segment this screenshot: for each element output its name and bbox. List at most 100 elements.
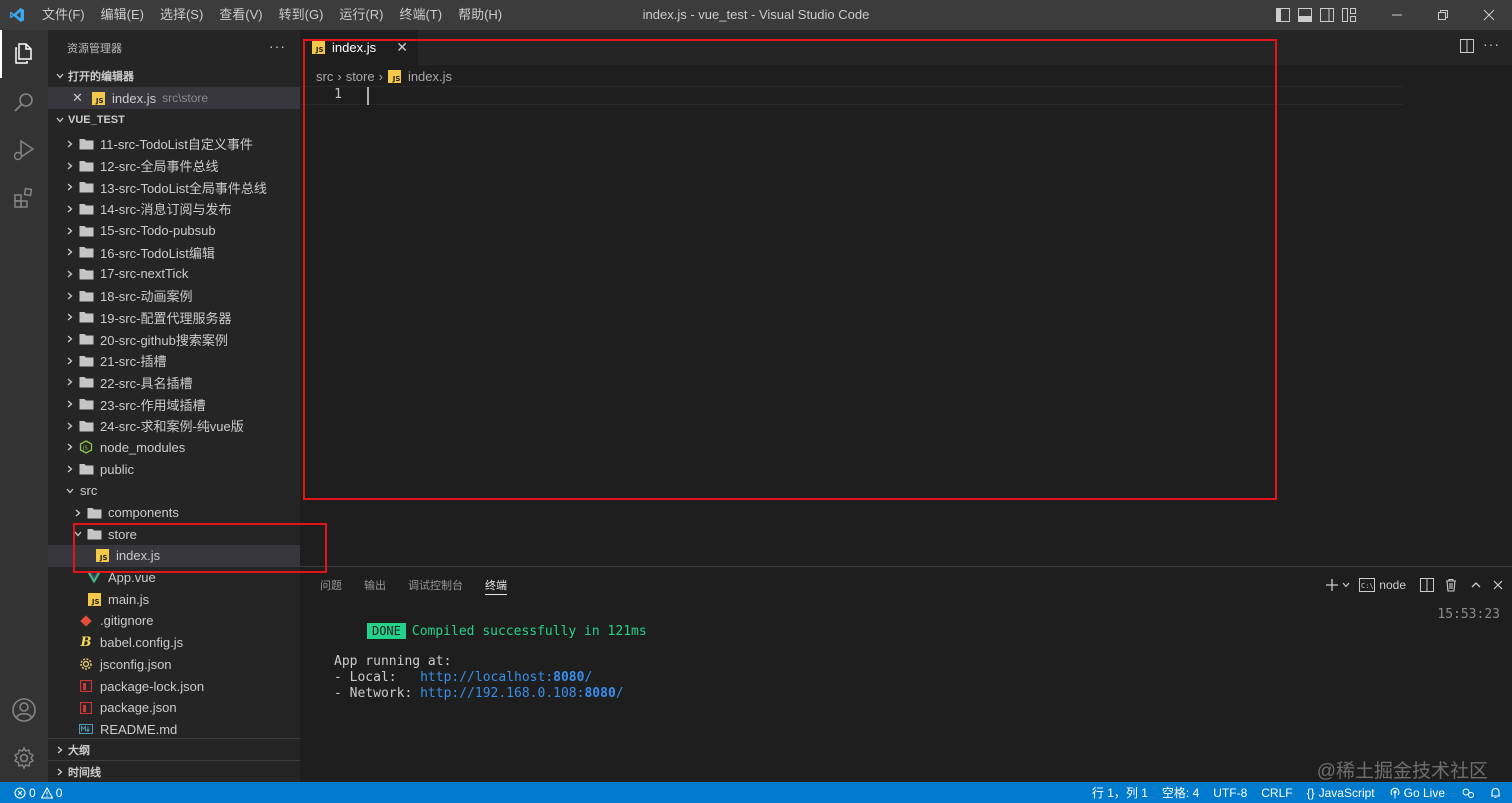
tree-folder[interactable]: public xyxy=(48,458,300,480)
tree-folder[interactable]: 17-src-nextTick xyxy=(48,263,300,285)
tree-folder[interactable]: 22-src-具名插槽 xyxy=(48,372,300,394)
tree-file[interactable]: README.md xyxy=(48,719,300,741)
trash-icon[interactable] xyxy=(1444,575,1458,595)
local-url[interactable]: http://localhost:8080/ xyxy=(420,670,592,685)
tab-output[interactable]: 输出 xyxy=(364,567,386,602)
tree-item-label: 11-src-TodoList自定义事件 xyxy=(100,137,253,153)
open-editors-header[interactable]: 打开的编辑器 xyxy=(48,65,300,87)
notifications-bell-icon[interactable] xyxy=(1489,786,1502,799)
menu-view[interactable]: 查看(V) xyxy=(211,0,270,30)
menu-terminal[interactable]: 终端(T) xyxy=(391,0,450,30)
feedback-icon[interactable] xyxy=(1461,786,1475,800)
split-terminal-icon[interactable] xyxy=(1420,575,1434,595)
tree-folder[interactable]: 16-src-TodoList编辑 xyxy=(48,241,300,263)
breadcrumb-store[interactable]: store xyxy=(346,69,375,84)
network-url-port: 8080 xyxy=(584,686,616,701)
tree-file[interactable]: JS main.js xyxy=(48,588,300,610)
editor-more-icon[interactable]: ··· xyxy=(1483,36,1500,52)
tree-folder[interactable]: 20-src-github搜索案例 xyxy=(48,328,300,350)
tree-folder[interactable]: 18-src-动画案例 xyxy=(48,285,300,307)
tab-terminal[interactable]: 终端 xyxy=(485,567,507,602)
search-icon[interactable] xyxy=(0,78,48,126)
file-encoding[interactable]: UTF-8 xyxy=(1213,786,1247,800)
settings-gear-icon[interactable] xyxy=(0,734,48,782)
tree-folder[interactable]: src xyxy=(48,480,300,502)
open-editor-path: src\store xyxy=(162,91,209,105)
maximize-panel-icon[interactable] xyxy=(1470,575,1482,595)
go-live-button[interactable]: Go Live xyxy=(1389,786,1445,800)
open-editor-item[interactable]: ✕ JS index.js src\store xyxy=(48,87,300,109)
extensions-icon[interactable] xyxy=(0,174,48,222)
tree-folder[interactable]: 21-src-插槽 xyxy=(48,350,300,372)
end-of-line[interactable]: CRLF xyxy=(1261,786,1292,800)
explorer-icon[interactable] xyxy=(0,30,48,78)
tree-folder[interactable]: JS node_modules xyxy=(48,437,300,459)
menu-run[interactable]: 运行(R) xyxy=(331,0,391,30)
split-editor-icon[interactable] xyxy=(1460,39,1474,56)
tree-folder[interactable]: 24-src-求和案例-纯vue版 xyxy=(48,415,300,437)
tree-folder[interactable]: 19-src-配置代理服务器 xyxy=(48,307,300,329)
tree-file[interactable]: package.json xyxy=(48,697,300,719)
problems-status[interactable]: 0 0 xyxy=(0,786,62,800)
title-controls xyxy=(1272,0,1512,30)
menu-edit[interactable]: 编辑(E) xyxy=(93,0,152,30)
timeline-header[interactable]: 时间线 xyxy=(48,760,300,782)
new-terminal-icon[interactable] xyxy=(1325,575,1339,595)
indent-spaces[interactable]: 空格: 4 xyxy=(1162,784,1199,801)
toggle-secondary-sidebar-icon[interactable] xyxy=(1316,0,1338,30)
minimize-icon[interactable] xyxy=(1374,0,1420,30)
chevron-down-icon[interactable] xyxy=(1341,575,1351,595)
customize-layout-icon[interactable] xyxy=(1338,0,1360,30)
tree-item-label: main.js xyxy=(108,591,150,607)
tree-file[interactable]: App.vue xyxy=(48,567,300,589)
terminal-time: 15:53:23 xyxy=(1437,607,1500,622)
tree-folder[interactable]: 12-src-全局事件总线 xyxy=(48,155,300,177)
editor-tab-index-js[interactable]: JS index.js ✕ xyxy=(300,30,418,65)
restore-icon[interactable] xyxy=(1420,0,1466,30)
tree-file[interactable]: jsconfig.json xyxy=(48,654,300,676)
tree-item-label: public xyxy=(100,461,134,477)
breadcrumb-src[interactable]: src xyxy=(316,69,333,84)
tree-file[interactable]: JS index.js xyxy=(48,545,300,567)
npm-icon xyxy=(78,700,94,716)
menu-file[interactable]: 文件(F) xyxy=(34,0,93,30)
tree-file[interactable]: .gitignore xyxy=(48,610,300,632)
account-icon[interactable] xyxy=(0,686,48,734)
terminal-shell-selector[interactable]: C:\ node xyxy=(1359,575,1406,595)
close-editor-icon[interactable]: ✕ xyxy=(72,90,88,106)
close-window-icon[interactable] xyxy=(1466,0,1512,30)
close-tab-icon[interactable]: ✕ xyxy=(396,39,408,56)
tree-item-label: src xyxy=(80,483,98,499)
close-panel-icon[interactable] xyxy=(1492,575,1504,595)
menu-go[interactable]: 转到(G) xyxy=(271,0,332,30)
tree-file[interactable]: package-lock.json xyxy=(48,675,300,697)
project-header[interactable]: VUE_TEST xyxy=(48,109,300,131)
tab-problems[interactable]: 问题 xyxy=(320,567,342,602)
menu-help[interactable]: 帮助(H) xyxy=(450,0,510,30)
tree-file[interactable]: Bbabel.config.js xyxy=(48,632,300,654)
tree-folder[interactable]: 13-src-TodoList全局事件总线 xyxy=(48,176,300,198)
tree-folder[interactable]: 11-src-TodoList自定义事件 xyxy=(48,133,300,155)
tree-item-label: store xyxy=(108,526,137,542)
tree-folder[interactable]: components xyxy=(48,502,300,524)
run-debug-icon[interactable] xyxy=(0,126,48,174)
cursor-position[interactable]: 行 1，列 1 xyxy=(1092,784,1148,801)
outline-header[interactable]: 大纲 xyxy=(48,738,300,760)
explorer-more-icon[interactable]: ··· xyxy=(269,38,286,54)
tree-folder[interactable]: 14-src-消息订阅与发布 xyxy=(48,198,300,220)
terminal-output[interactable]: DONE Compiled successfully in 121ms 15:53… xyxy=(320,607,1500,702)
title-bar: 文件(F) 编辑(E) 选择(S) 查看(V) 转到(G) 运行(R) 终端(T… xyxy=(0,0,1512,30)
tab-debug-console[interactable]: 调试控制台 xyxy=(408,567,463,602)
network-url[interactable]: http://192.168.0.108:8080/ xyxy=(420,686,624,701)
chevron-right-icon xyxy=(62,396,78,412)
tree-folder[interactable]: 23-src-作用域插槽 xyxy=(48,393,300,415)
menu-selection[interactable]: 选择(S) xyxy=(152,0,211,30)
folder-icon xyxy=(78,223,94,239)
folder-icon xyxy=(78,244,94,260)
tree-folder[interactable]: 15-src-Todo-pubsub xyxy=(48,220,300,242)
tree-folder[interactable]: store xyxy=(48,523,300,545)
breadcrumb-file[interactable]: index.js xyxy=(408,69,452,84)
toggle-sidebar-icon[interactable] xyxy=(1272,0,1294,30)
toggle-panel-icon[interactable] xyxy=(1294,0,1316,30)
language-mode[interactable]: {} JavaScript xyxy=(1307,786,1375,800)
